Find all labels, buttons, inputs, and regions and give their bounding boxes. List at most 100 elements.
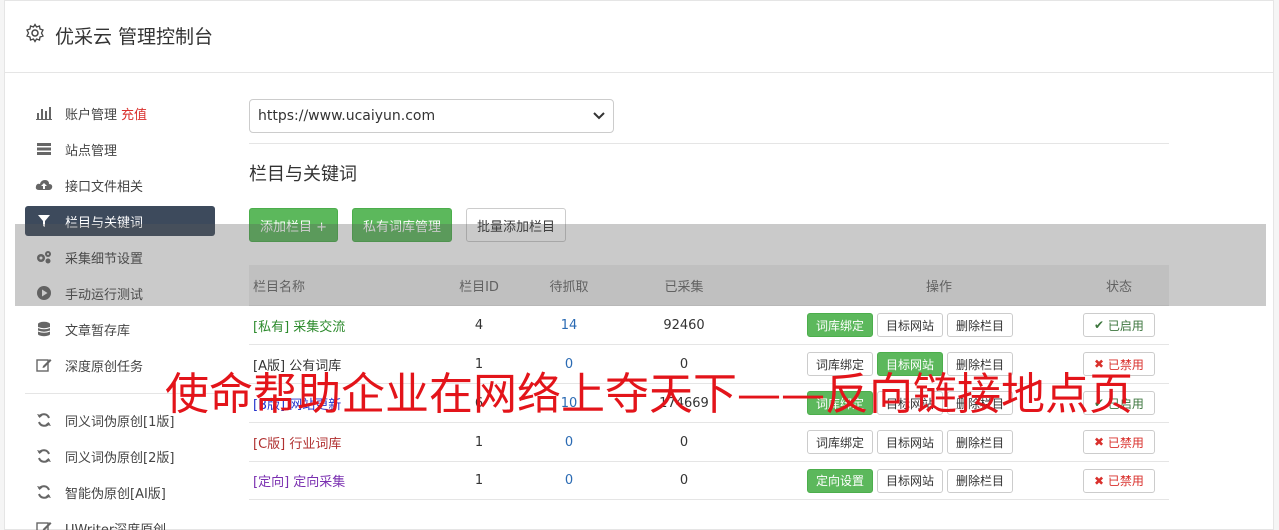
status-badge[interactable]: ✔ 已启用: [1083, 391, 1155, 415]
site-select-value: https://www.ucaiyun.com: [258, 108, 436, 124]
column-name[interactable]: [B版] 网站更新: [249, 394, 439, 413]
column-title: 定向采集: [293, 475, 346, 490]
console-panel: 优采云 管理控制台 账户管理 充值 站点管理 接口文件相关 栏目与关键词 采集细…: [4, 0, 1274, 530]
done-count: 0: [679, 356, 689, 372]
recharge-link[interactable]: 充值: [121, 104, 147, 123]
column-tag: [A版]: [253, 358, 286, 374]
column-id: 1: [474, 434, 484, 450]
delete-column-button[interactable]: 删除栏目: [947, 313, 1014, 337]
sidebar-item-label: 文章暂存库: [65, 323, 131, 339]
pending-count[interactable]: 10: [519, 396, 619, 411]
page-title: 优采云 管理控制台: [55, 26, 214, 48]
column-id: 4: [474, 317, 484, 333]
sidebar-item-label: 手动运行测试: [65, 287, 144, 303]
sidebar-item-label: 智能伪原创[AI版]: [65, 486, 166, 502]
gear-icon: [26, 23, 44, 43]
sidebar-item-label: 栏目与关键词: [65, 215, 144, 231]
row-ops: 词库绑定 目标网站 删除栏目: [749, 352, 1069, 376]
bind-lib-button[interactable]: 词库绑定: [807, 391, 874, 415]
bind-lib-button[interactable]: 词库绑定: [807, 313, 874, 337]
edit-icon: [35, 520, 53, 530]
sidebar-item-columns-keywords[interactable]: 栏目与关键词: [25, 206, 215, 236]
column-name[interactable]: [A版] 公有词库: [249, 355, 439, 374]
status-badge[interactable]: ✖ 已禁用: [1083, 430, 1155, 454]
bind-lib-button[interactable]: 词库绑定: [807, 352, 874, 376]
status-label: 已禁用: [1107, 474, 1144, 488]
sidebar-item-synonym-v2[interactable]: 同义词伪原创[2版]: [25, 438, 215, 474]
sidebar-item-collect-settings[interactable]: 采集细节设置: [25, 239, 215, 275]
sidebar-divider: [25, 393, 215, 394]
column-name[interactable]: [C版] 行业词库: [249, 433, 439, 452]
sidebar: 账户管理 充值 站点管理 接口文件相关 栏目与关键词 采集细节设置 手动运行测试…: [25, 95, 215, 530]
delete-column-button[interactable]: 删除栏目: [947, 352, 1014, 376]
target-site-button[interactable]: 目标网站: [877, 468, 944, 493]
column-name[interactable]: [定向] 定向采集: [249, 471, 439, 490]
add-column-button[interactable]: 添加栏目 +: [249, 208, 339, 242]
action-buttons: 添加栏目 + 私有词库管理 批量添加栏目: [249, 208, 1169, 242]
th-ops: 操作: [925, 279, 952, 295]
status-badge[interactable]: ✖ 已禁用: [1083, 468, 1155, 493]
sidebar-item-interface-files[interactable]: 接口文件相关: [25, 167, 215, 203]
target-site-button[interactable]: 目标网站: [877, 391, 944, 415]
batch-add-button[interactable]: 批量添加栏目: [466, 208, 567, 242]
column-tag: [B版]: [253, 397, 286, 413]
filter-icon: [35, 213, 53, 229]
status-badge[interactable]: ✔ 已启用: [1083, 313, 1155, 337]
bar-chart-icon: [35, 105, 53, 121]
target-site-button[interactable]: 目标网站: [877, 313, 944, 337]
table-row: [A版] 公有词库 1 0 0 词库绑定 目标网站 删除栏目 ✖ 已禁用: [249, 344, 1169, 383]
play-circle-icon: [35, 285, 53, 301]
cogs-icon: [35, 249, 53, 265]
divider: [249, 143, 1169, 144]
columns-table: 栏目名称 栏目ID 待抓取 已采集 操作 状态 [私有] 采集交流 4 14 9…: [249, 265, 1169, 500]
sidebar-item-deep-original[interactable]: 深度原创任务: [25, 347, 215, 383]
row-ops: 定向设置 目标网站 删除栏目: [749, 468, 1069, 493]
table-header: 栏目名称 栏目ID 待抓取 已采集 操作 状态: [249, 265, 1169, 305]
th-pending: 待抓取: [549, 279, 589, 295]
sidebar-item-label: 深度原创任务: [65, 359, 144, 375]
sidebar-item-sites[interactable]: 站点管理: [25, 131, 215, 167]
target-site-button[interactable]: 目标网站: [877, 430, 944, 454]
cloud-upload-icon: [35, 177, 53, 193]
pending-count[interactable]: 14: [519, 318, 619, 333]
done-count: 92460: [663, 317, 705, 333]
main-content: https://www.ucaiyun.com 栏目与关键词 添加栏目 + 私有…: [249, 99, 1169, 500]
directed-settings-button[interactable]: 定向设置: [807, 468, 874, 493]
row-ops: 词库绑定 目标网站 删除栏目: [749, 430, 1069, 454]
delete-column-button[interactable]: 删除栏目: [947, 468, 1014, 493]
sidebar-item-label: UWriter深度原创: [65, 522, 167, 530]
column-name[interactable]: [私有] 采集交流: [249, 316, 439, 335]
sidebar-item-synonym-v1[interactable]: 同义词伪原创[1版]: [25, 402, 215, 438]
sidebar-item-label: 同义词伪原创[2版]: [65, 450, 175, 466]
pending-count[interactable]: 0: [519, 473, 619, 488]
sidebar-item-article-store[interactable]: 文章暂存库: [25, 311, 215, 347]
th-id: 栏目ID: [459, 279, 499, 295]
table-row: [C版] 行业词库 1 0 0 词库绑定 目标网站 删除栏目 ✖ 已禁用: [249, 422, 1169, 461]
pending-count[interactable]: 0: [519, 357, 619, 372]
pending-count[interactable]: 0: [519, 435, 619, 450]
table-row: [私有] 采集交流 4 14 92460 词库绑定 目标网站 删除栏目 ✔ 已启…: [249, 305, 1169, 344]
delete-column-button[interactable]: 删除栏目: [947, 430, 1014, 454]
sidebar-item-ai-rewrite[interactable]: 智能伪原创[AI版]: [25, 474, 215, 510]
sidebar-item-label: 账户管理: [65, 107, 118, 123]
section-title: 栏目与关键词: [249, 164, 357, 185]
site-select[interactable]: https://www.ucaiyun.com: [249, 99, 614, 133]
done-count: 174669: [659, 395, 709, 411]
th-name: 栏目名称: [253, 279, 306, 295]
bind-lib-button[interactable]: 词库绑定: [807, 430, 874, 454]
table-row: [B版] 网站更新 6 10 174669 词库绑定 目标网站 删除栏目 ✔ 已…: [249, 383, 1169, 422]
sidebar-item-label: 站点管理: [65, 143, 118, 159]
sidebar-item-uwriter[interactable]: UWriter深度原创: [25, 510, 215, 530]
server-icon: [35, 141, 53, 157]
sidebar-item-manual-run[interactable]: 手动运行测试: [25, 275, 215, 311]
delete-column-button[interactable]: 删除栏目: [947, 391, 1014, 415]
sidebar-item-account[interactable]: 账户管理 充值: [25, 95, 215, 131]
column-id: 1: [474, 473, 484, 488]
sidebar-item-label: 采集细节设置: [65, 251, 144, 267]
sidebar-item-label: 接口文件相关: [65, 179, 144, 195]
target-site-button[interactable]: 目标网站: [877, 352, 944, 376]
column-tag: [私有]: [253, 319, 290, 335]
status-label: 已禁用: [1107, 357, 1144, 372]
status-badge[interactable]: ✖ 已禁用: [1083, 352, 1155, 376]
private-lib-button[interactable]: 私有词库管理: [352, 208, 453, 242]
